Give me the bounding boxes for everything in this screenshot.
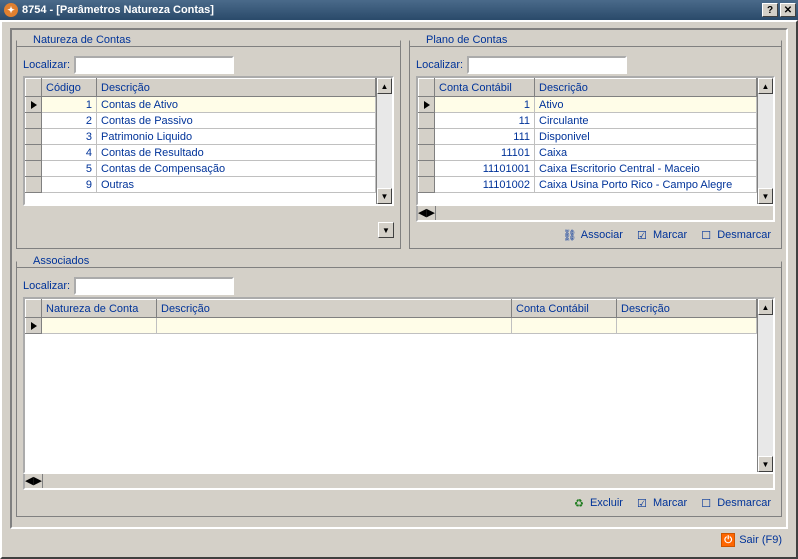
titlebar: ✦ 8754 - [Parâmetros Natureza Contas] ? … [0,0,798,20]
marcar-button[interactable]: ☑ Marcar [635,496,687,510]
window-title: 8754 - [Parâmetros Natureza Contas] [22,4,760,16]
desmarcar-button[interactable]: ☐ Desmarcar [699,228,771,242]
row-pointer-icon [424,101,430,109]
corner-cell [26,79,42,97]
table-row[interactable] [26,318,757,334]
sair-button[interactable]: ⏻ Sair (F9) [721,533,782,547]
plano-hscroll[interactable]: ◀ ▶ [416,206,775,222]
scroll-down-icon[interactable]: ▼ [758,456,773,472]
natureza-localizar-input[interactable] [74,56,234,74]
main-frame: Natureza de Contas Localizar: Código Des… [10,28,788,529]
plano-col-conta[interactable]: Conta Contábil [435,79,535,97]
assoc-col-conta[interactable]: Conta Contábil [512,300,617,318]
natureza-vscroll[interactable]: ▲ ▼ [376,78,392,204]
corner-cell [26,300,42,318]
plano-grid[interactable]: Conta Contábil Descrição 1Ativo11Circula… [416,76,775,206]
table-row[interactable]: 11101Caixa [419,145,757,161]
assoc-grid[interactable]: Natureza de Conta Descrição Conta Contáb… [23,297,775,474]
natureza-grid[interactable]: Código Descrição 1Contas de Ativo2Contas… [23,76,394,206]
scroll-left-icon[interactable]: ◀ [418,206,426,220]
table-row[interactable]: 11Circulante [419,113,757,129]
scroll-left-icon[interactable]: ◀ [25,474,33,488]
row-pointer-icon [31,101,37,109]
associados-legend: Associados [29,255,93,267]
desmarcar-button[interactable]: ☐ Desmarcar [699,496,771,510]
uncheck-icon: ☐ [699,228,713,242]
natureza-legend: Natureza de Contas [29,34,135,46]
assoc-col-desc2[interactable]: Descrição [617,300,757,318]
assoc-hscroll[interactable]: ◀ ▶ [23,474,775,490]
table-row[interactable]: 2Contas de Passivo [26,113,376,129]
marcar-label: Marcar [653,497,687,509]
table-row[interactable]: 3Patrimonio Liquido [26,129,376,145]
excluir-button[interactable]: ♻ Excluir [572,496,623,510]
check-icon: ☑ [635,228,649,242]
natureza-localizar-label: Localizar: [23,59,70,71]
scroll-right-icon[interactable]: ▶ [33,474,41,488]
assoc-localizar-label: Localizar: [23,280,70,292]
table-row[interactable]: 4Contas de Resultado [26,145,376,161]
marcar-label: Marcar [653,229,687,241]
table-row[interactable]: 111Disponivel [419,129,757,145]
scroll-up-icon[interactable]: ▲ [758,299,773,315]
desmarcar-label: Desmarcar [717,229,771,241]
desmarcar-label: Desmarcar [717,497,771,509]
sair-label: Sair (F9) [739,534,782,546]
client-area: Natureza de Contas Localizar: Código Des… [0,20,798,559]
delete-icon: ♻ [572,496,586,510]
corner-cell [419,79,435,97]
plano-localizar-input[interactable] [467,56,627,74]
assoc-col-natureza[interactable]: Natureza de Conta [42,300,157,318]
close-button[interactable]: ✕ [780,3,796,17]
plano-localizar-label: Localizar: [416,59,463,71]
scroll-up-icon[interactable]: ▲ [377,78,392,94]
help-button[interactable]: ? [762,3,778,17]
assoc-col-desc1[interactable]: Descrição [157,300,512,318]
natureza-groupbox: Natureza de Contas Localizar: Código Des… [16,34,401,249]
natureza-scroll-down-extra[interactable]: ▼ [378,222,394,238]
uncheck-icon: ☐ [699,496,713,510]
marcar-button[interactable]: ☑ Marcar [635,228,687,242]
assoc-localizar-input[interactable] [74,277,234,295]
row-pointer-icon [31,322,37,330]
associar-label: Associar [581,229,623,241]
plano-col-descricao[interactable]: Descrição [535,79,757,97]
plano-groupbox: Plano de Contas Localizar: Conta Contábi… [409,34,782,249]
table-row[interactable]: 5Contas de Compensação [26,161,376,177]
check-icon: ☑ [635,496,649,510]
app-icon: ✦ [4,3,18,17]
table-row[interactable]: 11101001Caixa Escritorio Central - Macei… [419,161,757,177]
link-icon: ⛓ [563,228,577,242]
assoc-vscroll[interactable]: ▲ ▼ [757,299,773,472]
table-row[interactable]: 1Ativo [419,97,757,113]
plano-legend: Plano de Contas [422,34,511,46]
excluir-label: Excluir [590,497,623,509]
table-row[interactable]: 11101002Caixa Usina Porto Rico - Campo A… [419,177,757,193]
plano-vscroll[interactable]: ▲ ▼ [757,78,773,204]
table-row[interactable]: 9Outras [26,177,376,193]
table-row[interactable]: 1Contas de Ativo [26,97,376,113]
scroll-down-icon[interactable]: ▼ [377,188,392,204]
scroll-down-icon[interactable]: ▼ [758,188,773,204]
natureza-col-descricao[interactable]: Descrição [97,79,376,97]
scroll-right-icon[interactable]: ▶ [426,206,434,220]
associados-groupbox: Associados Localizar: Natureza de Conta … [16,255,782,517]
scroll-up-icon[interactable]: ▲ [758,78,773,94]
power-icon: ⏻ [721,533,735,547]
natureza-col-codigo[interactable]: Código [42,79,97,97]
associar-button[interactable]: ⛓ Associar [563,228,623,242]
